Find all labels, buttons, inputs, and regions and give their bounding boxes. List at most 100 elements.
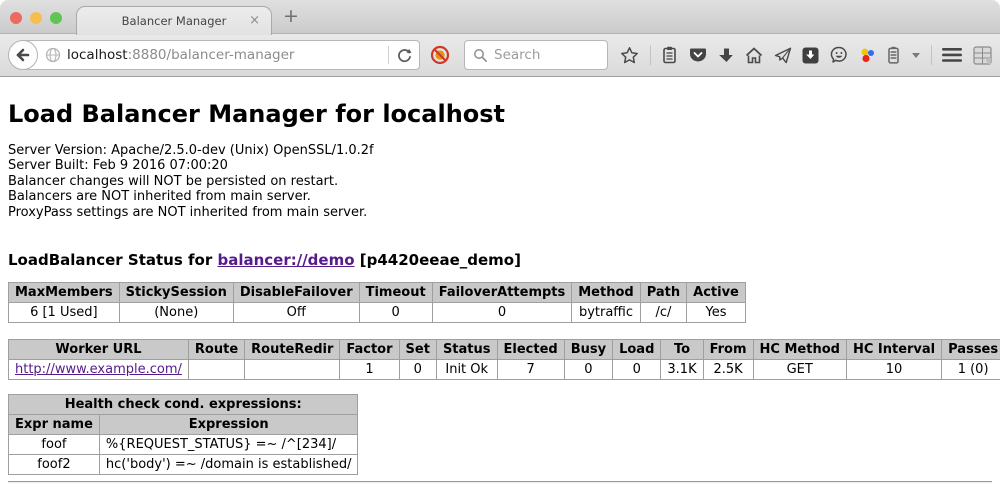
back-button[interactable] — [8, 40, 38, 70]
toolbar-icons — [620, 45, 992, 65]
url-bar[interactable]: localhost:8880/balancer-manager — [22, 40, 420, 70]
cell-expr-name: foof2 — [9, 455, 100, 475]
cell-expression: hc('body') =~ /domain is established/ — [99, 455, 358, 475]
table-title-row: Health check cond. expressions: — [9, 395, 358, 415]
globe-icon — [45, 47, 61, 63]
pocket-button[interactable] — [689, 47, 707, 64]
back-arrow-icon — [14, 46, 32, 64]
proxypass-notice-line: ProxyPass settings are NOT inherited fro… — [8, 205, 992, 220]
search-placeholder: Search — [494, 47, 540, 63]
cell-status: Init Ok — [436, 360, 497, 380]
server-built-line: Server Built: Feb 9 2016 07:00:20 — [8, 158, 992, 173]
overflow-caret-button[interactable] — [912, 53, 920, 58]
table-row: http://www.example.com/ 1 0 Init Ok 7 0 … — [9, 360, 1000, 380]
cell-active: Yes — [687, 303, 746, 323]
col-routeredir: RouteRedir — [245, 340, 340, 360]
balancers-notice-line: Balancers are NOT inherited from main se… — [8, 189, 992, 204]
navigation-toolbar: localhost:8880/balancer-manager — [0, 34, 1000, 77]
col-elected: Elected — [497, 340, 564, 360]
persist-notice-line: Balancer changes will NOT be persisted o… — [8, 174, 992, 189]
worker-table: Worker URL Route RouteRedir Factor Set S… — [8, 339, 1000, 380]
traffic-lights — [10, 12, 62, 24]
tab-close-icon[interactable]: × — [249, 13, 260, 29]
url-text[interactable]: localhost:8880/balancer-manager — [67, 47, 381, 63]
cell-stickysession: (None) — [119, 303, 233, 323]
cell-timeout: 0 — [359, 303, 432, 323]
col-expr-name: Expr name — [9, 415, 100, 435]
page-title: Load Balancer Manager for localhost — [8, 100, 992, 128]
color-dots-icon — [859, 47, 876, 64]
col-to: To — [661, 340, 703, 360]
toolbar-separator — [931, 45, 932, 65]
download-square-icon — [802, 47, 819, 64]
search-bar[interactable]: Search — [464, 40, 608, 70]
cell-path: /c/ — [640, 303, 686, 323]
col-hc-interval: HC Interval — [846, 340, 941, 360]
bookmark-star-button[interactable] — [620, 46, 639, 65]
extension-dots-button[interactable] — [859, 47, 876, 64]
chat-button[interactable] — [830, 46, 848, 64]
cell-busy: 0 — [564, 360, 612, 380]
pocket-icon — [689, 47, 707, 64]
worker-url-link[interactable]: http://www.example.com/ — [15, 362, 182, 377]
tab-title: Balancer Manager — [122, 14, 227, 28]
close-window-button[interactable] — [10, 12, 22, 24]
reading-list-button[interactable] — [661, 46, 678, 64]
col-set: Set — [399, 340, 436, 360]
titlebar: Balancer Manager × + — [0, 0, 1000, 34]
tab-balancer-manager[interactable]: Balancer Manager × — [76, 6, 272, 35]
col-busy: Busy — [564, 340, 612, 360]
col-expression: Expression — [99, 415, 358, 435]
col-status: Status — [436, 340, 497, 360]
col-worker-url: Worker URL — [9, 340, 189, 360]
cell-to: 3.1K — [661, 360, 703, 380]
col-passes: Passes — [942, 340, 1000, 360]
cell-hc-method: GET — [753, 360, 846, 380]
balancer-settings-table: MaxMembers StickySession DisableFailover… — [8, 282, 746, 323]
col-failoverattempts: FailoverAttempts — [432, 283, 572, 303]
col-maxmembers: MaxMembers — [9, 283, 120, 303]
table-row: 6 [1 Used] (None) Off 0 0 bytraffic /c/ … — [9, 303, 746, 323]
page-grid-icon — [973, 46, 992, 65]
cell-passes: 1 (0) — [942, 360, 1000, 380]
table-row: foof2 hc('body') =~ /domain is establish… — [9, 455, 358, 475]
home-icon — [745, 47, 763, 64]
reload-button[interactable] — [396, 47, 413, 64]
home-button[interactable] — [745, 47, 763, 64]
menu-button[interactable] — [942, 48, 962, 62]
minimize-window-button[interactable] — [30, 12, 42, 24]
battery-extension-button[interactable] — [886, 46, 901, 64]
col-factor: Factor — [340, 340, 399, 360]
zoom-window-button[interactable] — [50, 12, 62, 24]
cell-maxmembers: 6 [1 Used] — [9, 303, 120, 323]
search-icon — [473, 48, 488, 63]
new-tab-button[interactable]: + — [283, 5, 299, 27]
col-from: From — [703, 340, 753, 360]
page-content: Load Balancer Manager for localhost Serv… — [0, 77, 1000, 491]
toolbar-separator — [650, 45, 651, 65]
hamburger-icon — [942, 48, 962, 62]
status-heading-suffix: [p4420eeae_demo] — [355, 251, 521, 269]
paper-plane-icon — [774, 47, 792, 64]
balancer-demo-link[interactable]: balancer://demo — [217, 251, 354, 269]
video-downloader-button[interactable] — [802, 47, 819, 64]
tab-groups-button[interactable] — [973, 46, 992, 65]
col-path: Path — [640, 283, 686, 303]
col-method: Method — [572, 283, 640, 303]
downloads-button[interactable] — [718, 47, 735, 64]
table-header-row: Expr name Expression — [9, 415, 358, 435]
table-header-row: MaxMembers StickySession DisableFailover… — [9, 283, 746, 303]
cell-elected: 7 — [497, 360, 564, 380]
cell-hc-interval: 10 — [846, 360, 941, 380]
send-tab-button[interactable] — [774, 47, 792, 64]
browser-window: Balancer Manager × + localhost:88 — [0, 0, 1000, 491]
col-hc-method: HC Method — [753, 340, 846, 360]
col-disablefailover: DisableFailover — [233, 283, 359, 303]
col-load: Load — [613, 340, 661, 360]
loadbalancer-status-heading: LoadBalancer Status for balancer://demo … — [8, 251, 992, 269]
clipboard-icon — [661, 46, 678, 64]
cell-factor: 1 — [340, 360, 399, 380]
script-blocker-button[interactable] — [430, 45, 450, 65]
col-timeout: Timeout — [359, 283, 432, 303]
bottom-divider — [8, 481, 992, 483]
